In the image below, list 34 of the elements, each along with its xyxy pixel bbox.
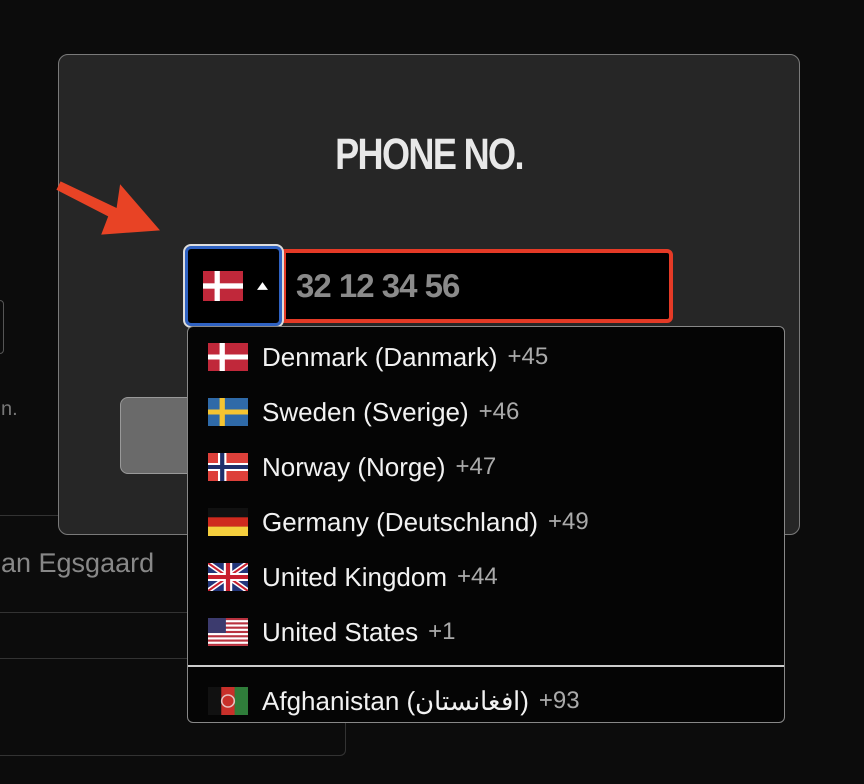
country-name: Norway (Norge): [262, 450, 446, 484]
dial-code: +46: [478, 398, 520, 426]
flag-icon: [208, 452, 248, 480]
country-name: United States: [262, 616, 418, 648]
country-picker-button[interactable]: [185, 246, 282, 326]
dial-code: +1: [428, 618, 456, 646]
flag-icon: [208, 618, 248, 646]
caret-icon: [257, 282, 268, 290]
dial-code: +93: [538, 686, 580, 714]
country-name: Germany (Deutschland): [262, 506, 538, 538]
helper-text: n.: [1, 398, 18, 421]
phone-input-field[interactable]: 32 12 34 56: [282, 249, 673, 323]
country-option[interactable]: United Kingdom +44: [188, 549, 784, 604]
dial-code: +44: [457, 562, 498, 590]
flag-icon: [208, 342, 248, 370]
dial-code: +49: [548, 508, 589, 536]
country-name: Denmark (Danmark): [262, 340, 498, 374]
flag-icon: [208, 398, 248, 426]
dialog-title: PHONE NO.: [334, 129, 524, 181]
country-name: Afghanistan (افغانستان): [262, 684, 529, 718]
dial-code: +45: [508, 342, 548, 370]
country-option[interactable]: Germany (Deutschland) +49: [188, 494, 784, 549]
country-option[interactable]: United States +1: [188, 604, 784, 659]
dial-code: +47: [456, 452, 496, 480]
flag-icon: [203, 271, 243, 301]
country-name: Sweden (Sverige): [262, 396, 469, 428]
country-option[interactable]: Norway (Norge) +47: [188, 439, 784, 494]
flag-icon: [208, 508, 248, 536]
country-option[interactable]: Sweden (Sverige) +46: [188, 384, 784, 439]
flag-icon: [208, 686, 248, 714]
contact-name: an Egsgaard: [1, 548, 154, 579]
country-option[interactable]: Denmark (Danmark) +45: [188, 329, 784, 384]
flag-icon: [208, 562, 248, 590]
country-name: United Kingdom: [262, 560, 447, 594]
